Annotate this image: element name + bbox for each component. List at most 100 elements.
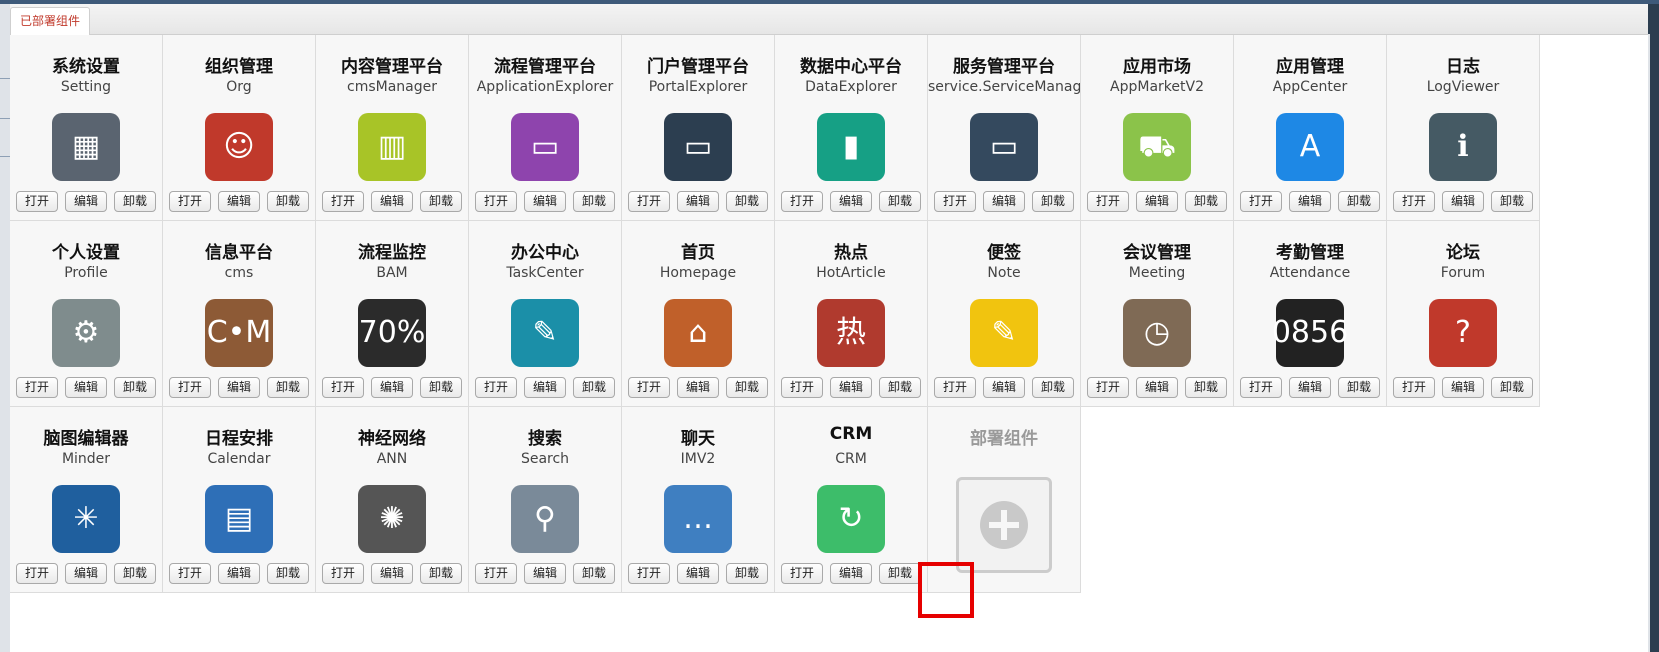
uninstall-button[interactable]: 卸载 (1338, 377, 1381, 398)
uninstall-button[interactable]: 卸载 (114, 377, 157, 398)
uninstall-button[interactable]: 卸载 (573, 191, 616, 212)
open-button[interactable]: 打开 (627, 563, 670, 584)
component-actions: 打开 编辑 卸载 (1234, 377, 1386, 398)
uninstall-button[interactable]: 卸载 (726, 563, 769, 584)
open-button[interactable]: 打开 (321, 563, 364, 584)
open-button[interactable]: 打开 (474, 377, 517, 398)
uninstall-button[interactable]: 卸载 (267, 563, 310, 584)
monitor-chart-icon: ▮ (817, 113, 885, 181)
edit-button[interactable]: 编辑 (1441, 191, 1484, 212)
edit-button[interactable]: 编辑 (829, 191, 872, 212)
open-button[interactable]: 打开 (15, 377, 58, 398)
deploy-component-button[interactable] (956, 477, 1052, 573)
uninstall-button[interactable]: 卸载 (879, 563, 922, 584)
open-button[interactable]: 打开 (15, 191, 58, 212)
component-card: 内容管理平台 cmsManager ▥ 打开 编辑 卸载 (316, 35, 469, 221)
edit-button[interactable]: 编辑 (676, 377, 719, 398)
component-code: IMV2 (680, 451, 716, 467)
uninstall-button[interactable]: 卸载 (573, 377, 616, 398)
edit-button[interactable]: 编辑 (217, 191, 260, 212)
uninstall-button[interactable]: 卸载 (1185, 377, 1228, 398)
open-button[interactable]: 打开 (627, 191, 670, 212)
component-actions: 打开 编辑 卸载 (469, 563, 621, 584)
uninstall-button[interactable]: 卸载 (726, 191, 769, 212)
uninstall-button[interactable]: 卸载 (726, 377, 769, 398)
open-button[interactable]: 打开 (1239, 377, 1282, 398)
edit-button[interactable]: 编辑 (64, 191, 107, 212)
edit-button[interactable]: 编辑 (217, 563, 260, 584)
uninstall-button[interactable]: 卸载 (879, 377, 922, 398)
edit-button[interactable]: 编辑 (370, 191, 413, 212)
component-title: 办公中心 (511, 243, 579, 263)
hotspot-icon: 热 (817, 299, 885, 367)
component-title: 日程安排 (205, 429, 273, 449)
uninstall-button[interactable]: 卸载 (114, 563, 157, 584)
uninstall-button[interactable]: 卸载 (573, 563, 616, 584)
open-button[interactable]: 打开 (474, 191, 517, 212)
uninstall-button[interactable]: 卸载 (420, 563, 463, 584)
edit-button[interactable]: 编辑 (1135, 191, 1178, 212)
component-code: cms (224, 265, 254, 281)
edit-button[interactable]: 编辑 (523, 377, 566, 398)
open-button[interactable]: 打开 (933, 191, 976, 212)
uninstall-button[interactable]: 卸载 (267, 191, 310, 212)
edit-button[interactable]: 编辑 (1288, 377, 1331, 398)
edit-button[interactable]: 编辑 (829, 563, 872, 584)
open-button[interactable]: 打开 (933, 377, 976, 398)
uninstall-button[interactable]: 卸载 (879, 191, 922, 212)
open-button[interactable]: 打开 (1086, 191, 1129, 212)
component-actions: 打开 编辑 卸载 (775, 563, 927, 584)
open-button[interactable]: 打开 (780, 191, 823, 212)
component-title: 论坛 (1446, 243, 1480, 263)
uninstall-button[interactable]: 卸载 (1491, 191, 1534, 212)
uninstall-button[interactable]: 卸载 (420, 377, 463, 398)
house-icon: ⌂ (664, 299, 732, 367)
component-card: 组织管理 Org ☺ 打开 编辑 卸载 (163, 35, 316, 221)
edit-button[interactable]: 编辑 (829, 377, 872, 398)
edit-button[interactable]: 编辑 (217, 377, 260, 398)
edit-button[interactable]: 编辑 (523, 563, 566, 584)
edit-button[interactable]: 编辑 (676, 191, 719, 212)
open-button[interactable]: 打开 (321, 377, 364, 398)
uninstall-button[interactable]: 卸载 (1491, 377, 1534, 398)
open-button[interactable]: 打开 (168, 191, 211, 212)
open-button[interactable]: 打开 (1392, 191, 1435, 212)
edit-button[interactable]: 编辑 (523, 191, 566, 212)
open-button[interactable]: 打开 (15, 563, 58, 584)
uninstall-button[interactable]: 卸载 (114, 191, 157, 212)
uninstall-button[interactable]: 卸载 (1032, 191, 1075, 212)
edit-button[interactable]: 编辑 (982, 191, 1025, 212)
open-button[interactable]: 打开 (1086, 377, 1129, 398)
tab-deployed-components[interactable]: 已部署组件 (10, 7, 91, 35)
edit-button[interactable]: 编辑 (982, 377, 1025, 398)
edit-button[interactable]: 编辑 (1288, 191, 1331, 212)
uninstall-button[interactable]: 卸载 (267, 377, 310, 398)
edit-button[interactable]: 编辑 (64, 377, 107, 398)
icon-glyph: ▭ (530, 129, 560, 164)
edit-button[interactable]: 编辑 (1135, 377, 1178, 398)
edit-button[interactable]: 编辑 (370, 563, 413, 584)
component-code: ApplicationExplorer (476, 79, 614, 95)
uninstall-button[interactable]: 卸载 (1338, 191, 1381, 212)
uninstall-button[interactable]: 卸载 (1032, 377, 1075, 398)
open-button[interactable]: 打开 (1239, 191, 1282, 212)
open-button[interactable]: 打开 (168, 377, 211, 398)
edit-button[interactable]: 编辑 (1441, 377, 1484, 398)
uninstall-button[interactable]: 卸载 (420, 191, 463, 212)
edit-button[interactable]: 编辑 (64, 563, 107, 584)
edit-button[interactable]: 编辑 (370, 377, 413, 398)
open-button[interactable]: 打开 (168, 563, 211, 584)
open-button[interactable]: 打开 (780, 563, 823, 584)
icon-glyph: 70% (358, 315, 426, 350)
edit-button[interactable]: 编辑 (676, 563, 719, 584)
open-button[interactable]: 打开 (1392, 377, 1435, 398)
open-button[interactable]: 打开 (627, 377, 670, 398)
open-button[interactable]: 打开 (474, 563, 517, 584)
component-actions: 打开 编辑 卸载 (928, 377, 1080, 398)
component-title: 流程监控 (358, 243, 426, 263)
uninstall-button[interactable]: 卸载 (1185, 191, 1228, 212)
gauge-icon: 70% (358, 299, 426, 367)
open-button[interactable]: 打开 (321, 191, 364, 212)
open-button[interactable]: 打开 (780, 377, 823, 398)
icon-glyph: ⚲ (534, 501, 556, 536)
